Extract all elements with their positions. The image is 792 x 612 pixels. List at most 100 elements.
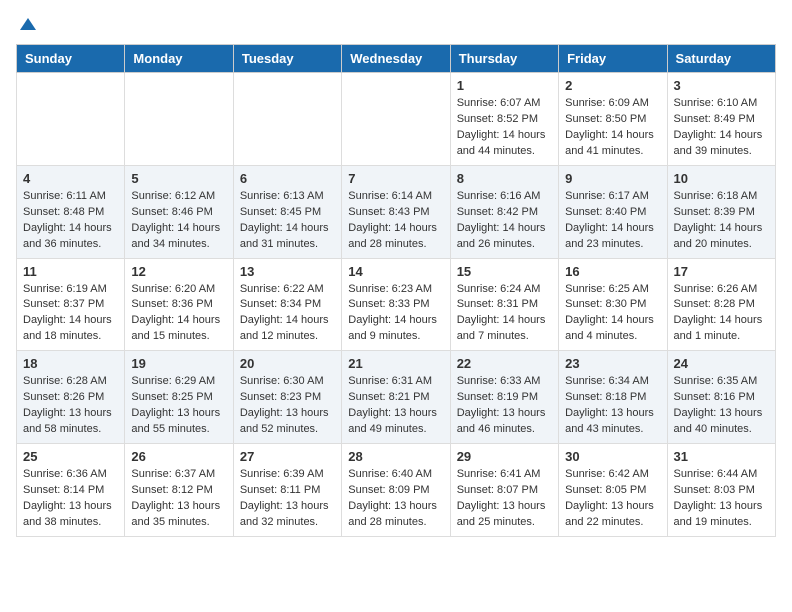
calendar-week-row: 1 Sunrise: 6:07 AM Sunset: 8:52 PM Daylig… [17,73,776,166]
day-info: Sunrise: 6:19 AM Sunset: 8:37 PM Dayligh… [23,282,118,346]
day-info: Sunrise: 6:13 AM Sunset: 8:45 PM Dayligh… [240,189,335,253]
day-number: 8 [457,171,552,186]
calendar-cell: 24 Sunrise: 6:35 AM Sunset: 8:16 PM Dayli… [667,351,775,444]
day-info: Sunrise: 6:41 AM Sunset: 8:07 PM Dayligh… [457,467,552,531]
day-info: Sunrise: 6:28 AM Sunset: 8:26 PM Dayligh… [23,374,118,438]
logo [16,16,38,32]
calendar-cell: 5Sunrise: 6:12 AM Sunset: 8:46 PM Daylig… [125,165,233,258]
day-info: Sunrise: 6:20 AM Sunset: 8:36 PM Dayligh… [131,282,226,346]
calendar-week-row: 18 Sunrise: 6:28 AM Sunset: 8:26 PM Dayli… [17,351,776,444]
day-number: 24 [674,356,769,371]
day-info: Sunrise: 6:33 AM Sunset: 8:19 PM Dayligh… [457,374,552,438]
logo-icon [18,16,38,36]
day-number: 9 [565,171,660,186]
day-number: 18 [23,356,118,371]
day-number: 22 [457,356,552,371]
day-number: 12 [131,264,226,279]
calendar-cell: 15 Sunrise: 6:24 AM Sunset: 8:31 PM Dayli… [450,258,558,351]
calendar-cell [17,73,125,166]
day-info: Sunrise: 6:24 AM Sunset: 8:31 PM Dayligh… [457,282,552,346]
day-info: Sunrise: 6:35 AM Sunset: 8:16 PM Dayligh… [674,374,769,438]
day-number: 6 [240,171,335,186]
day-number: 15 [457,264,552,279]
day-number: 20 [240,356,335,371]
calendar-week-row: 4 Sunrise: 6:11 AM Sunset: 8:48 PM Daylig… [17,165,776,258]
calendar-cell: 28 Sunrise: 6:40 AM Sunset: 8:09 PM Dayli… [342,444,450,537]
calendar-cell [125,73,233,166]
calendar-week-row: 25Sunrise: 6:36 AM Sunset: 8:14 PM Dayli… [17,444,776,537]
calendar-cell: 19 Sunrise: 6:29 AM Sunset: 8:25 PM Dayli… [125,351,233,444]
weekday-header-sunday: Sunday [17,45,125,73]
weekday-header-thursday: Thursday [450,45,558,73]
calendar-week-row: 11 Sunrise: 6:19 AM Sunset: 8:37 PM Dayli… [17,258,776,351]
day-number: 28 [348,449,443,464]
calendar-cell: 9 Sunrise: 6:17 AM Sunset: 8:40 PM Daylig… [559,165,667,258]
calendar-cell: 6 Sunrise: 6:13 AM Sunset: 8:45 PM Daylig… [233,165,341,258]
calendar-cell: 2 Sunrise: 6:09 AM Sunset: 8:50 PM Daylig… [559,73,667,166]
day-info: Sunrise: 6:22 AM Sunset: 8:34 PM Dayligh… [240,282,335,346]
day-number: 4 [23,171,118,186]
day-info: Sunrise: 6:07 AM Sunset: 8:52 PM Dayligh… [457,96,552,160]
calendar-cell [342,73,450,166]
day-info: Sunrise: 6:26 AM Sunset: 8:28 PM Dayligh… [674,282,769,346]
day-info: Sunrise: 6:12 AM Sunset: 8:46 PM Dayligh… [131,189,226,253]
day-info: Sunrise: 6:37 AM Sunset: 8:12 PM Dayligh… [131,467,226,531]
weekday-header-monday: Monday [125,45,233,73]
weekday-header-saturday: Saturday [667,45,775,73]
day-number: 31 [674,449,769,464]
calendar-cell: 12 Sunrise: 6:20 AM Sunset: 8:36 PM Dayli… [125,258,233,351]
day-info: Sunrise: 6:30 AM Sunset: 8:23 PM Dayligh… [240,374,335,438]
day-number: 30 [565,449,660,464]
day-number: 1 [457,78,552,93]
calendar-cell: 10 Sunrise: 6:18 AM Sunset: 8:39 PM Dayli… [667,165,775,258]
day-info: Sunrise: 6:09 AM Sunset: 8:50 PM Dayligh… [565,96,660,160]
day-info: Sunrise: 6:25 AM Sunset: 8:30 PM Dayligh… [565,282,660,346]
day-info: Sunrise: 6:10 AM Sunset: 8:49 PM Dayligh… [674,96,769,160]
day-info: Sunrise: 6:39 AM Sunset: 8:11 PM Dayligh… [240,467,335,531]
day-info: Sunrise: 6:18 AM Sunset: 8:39 PM Dayligh… [674,189,769,253]
day-info: Sunrise: 6:14 AM Sunset: 8:43 PM Dayligh… [348,189,443,253]
calendar-cell: 22 Sunrise: 6:33 AM Sunset: 8:19 PM Dayli… [450,351,558,444]
calendar-cell: 1 Sunrise: 6:07 AM Sunset: 8:52 PM Daylig… [450,73,558,166]
day-number: 29 [457,449,552,464]
day-info: Sunrise: 6:44 AM Sunset: 8:03 PM Dayligh… [674,467,769,531]
day-number: 13 [240,264,335,279]
calendar-cell: 16 Sunrise: 6:25 AM Sunset: 8:30 PM Dayli… [559,258,667,351]
calendar-cell: 13 Sunrise: 6:22 AM Sunset: 8:34 PM Dayli… [233,258,341,351]
day-number: 17 [674,264,769,279]
calendar-cell: 3 Sunrise: 6:10 AM Sunset: 8:49 PM Daylig… [667,73,775,166]
day-info: Sunrise: 6:17 AM Sunset: 8:40 PM Dayligh… [565,189,660,253]
calendar-cell: 20 Sunrise: 6:30 AM Sunset: 8:23 PM Dayli… [233,351,341,444]
day-number: 16 [565,264,660,279]
day-info: Sunrise: 6:42 AM Sunset: 8:05 PM Dayligh… [565,467,660,531]
day-number: 11 [23,264,118,279]
day-number: 23 [565,356,660,371]
weekday-header-wednesday: Wednesday [342,45,450,73]
day-number: 3 [674,78,769,93]
calendar-cell [233,73,341,166]
day-info: Sunrise: 6:40 AM Sunset: 8:09 PM Dayligh… [348,467,443,531]
calendar-cell: 31 Sunrise: 6:44 AM Sunset: 8:03 PM Dayli… [667,444,775,537]
calendar-cell: 25Sunrise: 6:36 AM Sunset: 8:14 PM Dayli… [17,444,125,537]
calendar-cell: 26 Sunrise: 6:37 AM Sunset: 8:12 PM Dayli… [125,444,233,537]
day-number: 19 [131,356,226,371]
day-info: Sunrise: 6:31 AM Sunset: 8:21 PM Dayligh… [348,374,443,438]
day-number: 10 [674,171,769,186]
weekday-header-tuesday: Tuesday [233,45,341,73]
calendar-cell: 8 Sunrise: 6:16 AM Sunset: 8:42 PM Daylig… [450,165,558,258]
day-info: Sunrise: 6:34 AM Sunset: 8:18 PM Dayligh… [565,374,660,438]
day-number: 7 [348,171,443,186]
day-info: Sunrise: 6:29 AM Sunset: 8:25 PM Dayligh… [131,374,226,438]
calendar: SundayMondayTuesdayWednesdayThursdayFrid… [16,44,776,537]
day-number: 26 [131,449,226,464]
calendar-cell: 7 Sunrise: 6:14 AM Sunset: 8:43 PM Daylig… [342,165,450,258]
day-info: Sunrise: 6:11 AM Sunset: 8:48 PM Dayligh… [23,189,118,253]
calendar-cell: 29 Sunrise: 6:41 AM Sunset: 8:07 PM Dayli… [450,444,558,537]
weekday-header-friday: Friday [559,45,667,73]
day-number: 27 [240,449,335,464]
calendar-cell: 4 Sunrise: 6:11 AM Sunset: 8:48 PM Daylig… [17,165,125,258]
day-info: Sunrise: 6:16 AM Sunset: 8:42 PM Dayligh… [457,189,552,253]
day-number: 21 [348,356,443,371]
calendar-cell: 11 Sunrise: 6:19 AM Sunset: 8:37 PM Dayli… [17,258,125,351]
day-number: 2 [565,78,660,93]
